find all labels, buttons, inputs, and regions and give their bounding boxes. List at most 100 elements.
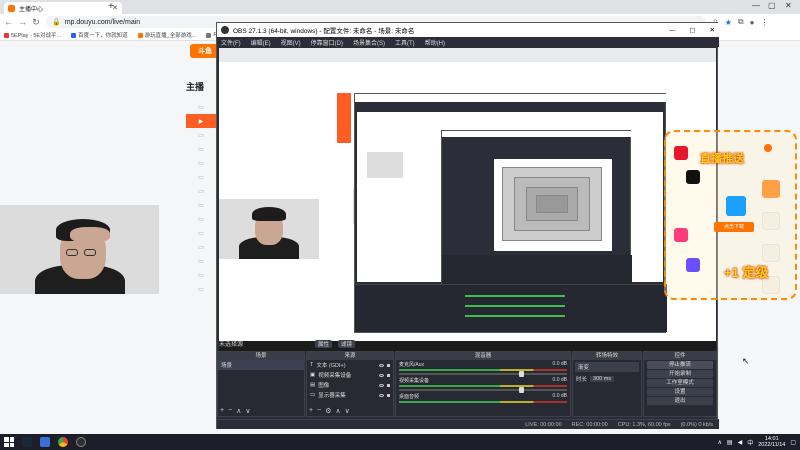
sidebar-item[interactable]: ▭ bbox=[186, 156, 216, 170]
bookmark-item[interactable]: 百度一下，你就知道 bbox=[71, 31, 128, 39]
chrome-icon[interactable] bbox=[58, 437, 68, 447]
visibility-icon[interactable] bbox=[379, 383, 384, 387]
clock[interactable]: 14:01 2022/11/14 bbox=[758, 436, 785, 448]
add-source-button[interactable]: + bbox=[309, 407, 313, 415]
bookmark-item[interactable]: 5EPlay - 5E对战平... bbox=[4, 31, 61, 39]
menu-help[interactable]: 帮助(H) bbox=[425, 38, 445, 47]
lock-icon[interactable] bbox=[387, 393, 390, 397]
sidebar-item[interactable]: ▭ bbox=[186, 254, 216, 268]
transition-select[interactable]: 渐变 bbox=[575, 362, 639, 372]
ime-icon[interactable]: 中 bbox=[747, 438, 753, 447]
settings-button[interactable]: 设置 bbox=[647, 388, 713, 396]
move-up-button[interactable]: ∧ bbox=[236, 407, 241, 415]
mixer-channel: 桌面音频 0.0 dB bbox=[396, 392, 570, 405]
ad-overlay: 直播推送 点击下载 +1 定级 bbox=[664, 130, 797, 300]
close-icon[interactable]: ✕ bbox=[785, 1, 792, 10]
nested-obs bbox=[354, 93, 667, 333]
menu-scene-collection[interactable]: 场景集合(S) bbox=[353, 38, 385, 47]
lock-icon[interactable] bbox=[387, 383, 390, 387]
menu-edit[interactable]: 编辑(E) bbox=[251, 38, 271, 47]
obs-icon[interactable] bbox=[76, 437, 86, 447]
browser-tab[interactable]: 主播中心 ✕ bbox=[4, 2, 122, 14]
source-settings-button[interactable]: ⚙ bbox=[325, 407, 331, 415]
menu-view[interactable]: 视图(V) bbox=[281, 38, 301, 47]
notification-icon[interactable]: ▢ bbox=[790, 439, 796, 446]
sidebar-title: 主播 bbox=[186, 82, 205, 92]
volume-slider[interactable] bbox=[399, 371, 567, 377]
reload-icon[interactable]: ↻ bbox=[32, 17, 40, 28]
ad-close-icon[interactable] bbox=[764, 144, 772, 152]
source-item[interactable]: T 文本 (GDI+) bbox=[307, 360, 393, 370]
remove-source-button[interactable]: − bbox=[317, 407, 321, 415]
obs-minimize-icon[interactable]: — bbox=[669, 27, 676, 34]
sidebar-item[interactable]: ▭ bbox=[186, 170, 216, 184]
windows-start-icon[interactable] bbox=[4, 437, 14, 447]
obs-close-icon[interactable]: ✕ bbox=[710, 26, 715, 34]
sidebar-item[interactable]: ▭ bbox=[186, 142, 216, 156]
properties-button[interactable]: 属性 bbox=[315, 339, 333, 348]
menu-tools[interactable]: 工具(T) bbox=[395, 38, 415, 47]
visibility-icon[interactable] bbox=[379, 373, 384, 377]
app-icon[interactable] bbox=[40, 437, 50, 447]
duration-input[interactable]: 300 ms bbox=[590, 376, 615, 382]
new-tab-button[interactable]: + bbox=[108, 1, 114, 12]
add-scene-button[interactable]: + bbox=[220, 407, 224, 415]
visibility-icon[interactable] bbox=[379, 393, 384, 397]
remove-scene-button[interactable]: − bbox=[228, 407, 232, 415]
minimize-icon[interactable]: — bbox=[752, 1, 760, 10]
menu-docks[interactable]: 停靠窗口(D) bbox=[311, 38, 343, 47]
bookmark-item[interactable]: 游玩直播_全部游戏... bbox=[137, 31, 196, 39]
profile-icon[interactable]: ● bbox=[750, 18, 755, 27]
sidebar-item-live[interactable]: ▶ bbox=[186, 114, 216, 128]
move-down-button[interactable]: ∨ bbox=[245, 407, 250, 415]
exit-button[interactable]: 退出 bbox=[647, 397, 713, 405]
lock-icon[interactable] bbox=[387, 373, 390, 377]
studio-mode-button[interactable]: 工作室模式 bbox=[647, 379, 713, 387]
visibility-icon[interactable] bbox=[379, 363, 384, 367]
back-icon[interactable]: ← bbox=[4, 17, 13, 27]
menu-icon[interactable]: ⋮ bbox=[760, 18, 768, 27]
source-item[interactable]: ▣ 视频采集设备 bbox=[307, 370, 393, 380]
tab-title: 主播中心 bbox=[19, 6, 44, 13]
controls-header: 控件 bbox=[644, 352, 716, 360]
source-item[interactable]: ▭ 显示器采集 bbox=[307, 390, 393, 400]
display-source-icon: ▭ bbox=[310, 392, 316, 398]
obs-preview[interactable] bbox=[219, 48, 716, 353]
stop-streaming-button[interactable]: 停止推流 bbox=[647, 361, 713, 369]
sidebar-item[interactable]: ▭ bbox=[186, 184, 216, 198]
sidebar-item[interactable]: ▭ bbox=[186, 282, 216, 296]
sidebar-item[interactable]: ▭ bbox=[186, 198, 216, 212]
sidebar: ▭ ▶ ▭ ▭ ▭ ▭ ▭ ▭ ▭ ▭ ▭ ▭ ▭ ▭ bbox=[186, 100, 216, 340]
sidebar-item[interactable]: ▭ bbox=[186, 128, 216, 142]
forward-icon[interactable]: → bbox=[18, 17, 27, 27]
sidebar-item[interactable]: ▭ bbox=[186, 100, 216, 114]
sidebar-item[interactable]: ▭ bbox=[186, 212, 216, 226]
menu-file[interactable]: 文件(F) bbox=[221, 38, 241, 47]
scene-item[interactable]: 场景 bbox=[218, 360, 304, 370]
sidebar-item[interactable]: ▭ bbox=[186, 268, 216, 282]
ad-download-button[interactable]: 点击下载 bbox=[714, 222, 754, 232]
steam-icon[interactable] bbox=[22, 437, 32, 447]
volume-slider[interactable] bbox=[399, 387, 567, 393]
source-item[interactable]: ▤ 图像 bbox=[307, 380, 393, 390]
lock-icon[interactable] bbox=[387, 363, 390, 367]
start-recording-button[interactable]: 开始录制 bbox=[647, 370, 713, 378]
volume-icon[interactable]: ◀ bbox=[738, 439, 743, 446]
tray-arrow-icon[interactable]: ∧ bbox=[717, 439, 721, 446]
sidebar-item[interactable]: ▭ bbox=[186, 240, 216, 254]
move-down-button[interactable]: ∨ bbox=[345, 407, 350, 415]
app-icon bbox=[726, 196, 746, 216]
douyu-favicon-icon bbox=[8, 4, 15, 12]
sidebar-item[interactable]: ▭ bbox=[186, 226, 216, 240]
filters-button[interactable]: 滤镜 bbox=[338, 339, 356, 348]
bookmark-star-icon[interactable]: ★ bbox=[725, 18, 732, 27]
obs-statusbar: LIVE: 00:00:00 REC: 00:00:00 CPU: 1.3%, … bbox=[217, 419, 719, 429]
maximize-icon[interactable]: ▢ bbox=[768, 1, 776, 10]
lock-icon: 🔒 bbox=[52, 19, 61, 26]
extensions-icon[interactable]: ⧉ bbox=[738, 17, 744, 27]
network-icon[interactable]: ▤ bbox=[727, 439, 733, 446]
mixer-channel: 麦克风/Aux 0.0 dB bbox=[396, 360, 570, 377]
obs-maximize-icon[interactable]: ▢ bbox=[689, 26, 695, 34]
move-up-button[interactable]: ∧ bbox=[335, 407, 340, 415]
duration-label: 时长 bbox=[576, 377, 588, 383]
